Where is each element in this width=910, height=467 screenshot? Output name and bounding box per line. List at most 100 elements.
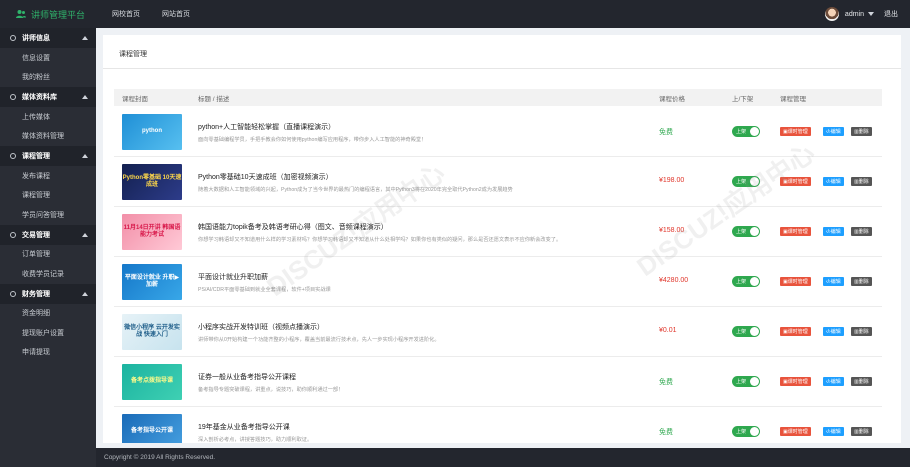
course-desc: 深入剖析必考点，讲授答题技巧，助力顺利取证。: [198, 437, 313, 443]
delete-button[interactable]: ▥ 删除: [851, 427, 872, 436]
top-bar: 讲师管理平台 网校首页 网站首页 admin 退出: [0, 0, 910, 28]
brand[interactable]: 讲师管理平台: [0, 0, 96, 28]
delete-button[interactable]: ▥ 删除: [851, 377, 872, 386]
status-toggle[interactable]: 上架: [732, 326, 760, 337]
status-toggle[interactable]: 上架: [732, 376, 760, 387]
chevron-up-icon: [82, 291, 88, 296]
edit-button[interactable]: ‹/› 编辑: [823, 277, 844, 286]
chevron-up-icon: [82, 95, 88, 99]
edit-button[interactable]: ‹/› 编辑: [823, 227, 844, 236]
nav-school-home[interactable]: 网校首页: [112, 9, 140, 19]
nav-site-home[interactable]: 网站首页: [162, 9, 190, 19]
button-label: 删除: [858, 379, 869, 385]
course-title[interactable]: python+人工智能轻松掌握（直播课程演示）: [198, 122, 335, 132]
sidebar-item-withdraw-account[interactable]: 提现账户设置: [0, 323, 96, 343]
edit-button[interactable]: ‹/› 编辑: [823, 177, 844, 186]
cover-text: 备考点拨指导课: [130, 378, 173, 385]
status-toggle[interactable]: 上架: [732, 126, 760, 137]
cover-text: 平面设计就业 升职▶加薪: [124, 274, 180, 288]
course-title[interactable]: 19年基金从业备考指导公开课: [198, 422, 290, 432]
sidebar-group-trade[interactable]: 交易管理: [0, 224, 96, 245]
button-label: 删除: [858, 329, 869, 335]
sidebar-item-qa-manage[interactable]: 学员问答管理: [0, 205, 96, 225]
toggle-knob: [750, 227, 759, 236]
cover-text: Python零基础 10天速成班: [122, 174, 182, 188]
status-label: 上架: [736, 429, 747, 435]
avatar[interactable]: [824, 7, 839, 21]
button-label: 删除: [858, 429, 869, 435]
status-toggle[interactable]: 上架: [732, 276, 760, 287]
course-title[interactable]: 证券一般从业备考指导公开课程: [198, 372, 296, 382]
col-price: 课程价格: [659, 96, 685, 103]
table-header: 课程封面 标题 / 描述 课程价格 上/下架 课程管理: [114, 89, 882, 106]
course-desc: 讲师带你从0开始构建一个功能齐整的小程序，覆盖当前最流行技术点，先人一步实现小程…: [198, 337, 440, 343]
sidebar-item-upload-media[interactable]: 上传媒体: [0, 107, 96, 127]
sidebar-item-fund-details[interactable]: 资金明细: [0, 304, 96, 324]
user-name[interactable]: admin: [845, 11, 864, 18]
course-title[interactable]: 平面设计就业升职加薪: [198, 272, 268, 282]
table-row: python python+人工智能轻松掌握（直播课程演示） 面向零基础编程学员，手…: [114, 107, 882, 157]
sidebar-item-course-manage[interactable]: 课程管理: [0, 186, 96, 206]
button-label: 删除: [858, 129, 869, 135]
course-desc: PS/AI/CDR平面零基础到就业全套课程，软件+项目实战课: [198, 287, 331, 293]
delete-button[interactable]: ▥ 删除: [851, 327, 872, 336]
sidebar-group-course[interactable]: 课程管理: [0, 146, 96, 166]
lesson-manage-button[interactable]: ▣ 课时管理: [780, 227, 811, 236]
delete-button[interactable]: ▥ 删除: [851, 227, 872, 236]
course-cover[interactable]: 备考指导公开课: [122, 414, 182, 443]
course-price: 免费: [659, 379, 673, 386]
divider: [103, 68, 901, 69]
course-cover[interactable]: 平面设计就业 升职▶加薪: [122, 264, 182, 300]
course-cover[interactable]: 11月14日开讲 韩国语能力考试: [122, 214, 182, 250]
page-title: 课程管理: [119, 51, 147, 58]
sidebar-group-lecturer[interactable]: 讲师信息: [0, 28, 96, 48]
table-row: Python零基础 10天速成班 Python零基础10天速成班（加密视频演示） 随…: [114, 157, 882, 207]
chevron-down-icon[interactable]: [868, 12, 874, 16]
course-title[interactable]: Python零基础10天速成班（加密视频演示）: [198, 172, 333, 182]
status-toggle[interactable]: 上架: [732, 226, 760, 237]
course-cover[interactable]: python: [122, 114, 182, 150]
sidebar-item-apply-withdraw[interactable]: 申请提现: [0, 343, 96, 363]
lesson-manage-button[interactable]: ▣ 课时管理: [780, 327, 811, 336]
delete-button[interactable]: ▥ 删除: [851, 177, 872, 186]
delete-button[interactable]: ▥ 删除: [851, 277, 872, 286]
sidebar-item-my-fans[interactable]: 我的粉丝: [0, 68, 96, 88]
lesson-manage-button[interactable]: ▣ 课时管理: [780, 377, 811, 386]
edit-button[interactable]: ‹/› 编辑: [823, 127, 844, 136]
course-title[interactable]: 韩国语能力topik备考及韩语考研心得（图文、音频课程演示）: [198, 222, 388, 232]
logout-link[interactable]: 退出: [884, 9, 898, 19]
lesson-manage-button[interactable]: ▣ 课时管理: [780, 427, 811, 436]
edit-button[interactable]: ‹/› 编辑: [823, 377, 844, 386]
edit-button[interactable]: ‹/› 编辑: [823, 327, 844, 336]
status-toggle[interactable]: 上架: [732, 426, 760, 437]
button-label: 编辑: [830, 379, 841, 385]
table-row: 11月14日开讲 韩国语能力考试 韩国语能力topik备考及韩语考研心得（图文、音…: [114, 207, 882, 257]
cart-icon: [10, 231, 16, 238]
sidebar-item-info-settings[interactable]: 信息设置: [0, 48, 96, 68]
button-label: 编辑: [830, 279, 841, 285]
sidebar-item-media-manage[interactable]: 媒体资料管理: [0, 127, 96, 147]
lesson-manage-button[interactable]: ▣ 课时管理: [780, 177, 811, 186]
edit-button[interactable]: ‹/› 编辑: [823, 427, 844, 436]
sidebar-item-orders[interactable]: 订单管理: [0, 245, 96, 265]
button-label: 编辑: [830, 179, 841, 185]
copyright: Copyright © 2019 All Rights Reserved.: [104, 454, 216, 461]
sidebar-group-media[interactable]: 媒体资料库: [0, 87, 96, 107]
col-cover: 课程封面: [122, 96, 148, 103]
course-cover[interactable]: 微信小程序 云开发实战 快速入门: [122, 314, 182, 350]
chevron-up-icon: [82, 154, 88, 158]
lesson-manage-button[interactable]: ▣ 课时管理: [780, 127, 811, 136]
sidebar-group-finance[interactable]: 财务管理: [0, 283, 96, 304]
course-cover[interactable]: 备考点拨指导课: [122, 364, 182, 400]
lesson-manage-button[interactable]: ▣ 课时管理: [780, 277, 811, 286]
footer: Copyright © 2019 All Rights Reserved.: [96, 448, 910, 467]
sidebar-item-paid-students[interactable]: 收费学员记录: [0, 264, 96, 284]
sidebar-item-publish-course[interactable]: 发布课程: [0, 166, 96, 186]
course-title[interactable]: 小程序实战开发特训班（视频点播演示）: [198, 322, 324, 332]
course-cover[interactable]: Python零基础 10天速成班: [122, 164, 182, 200]
status-toggle[interactable]: 上架: [732, 176, 760, 187]
toggle-knob: [750, 177, 759, 186]
delete-button[interactable]: ▥ 删除: [851, 127, 872, 136]
button-label: 编辑: [830, 329, 841, 335]
media-icon: [10, 94, 16, 100]
